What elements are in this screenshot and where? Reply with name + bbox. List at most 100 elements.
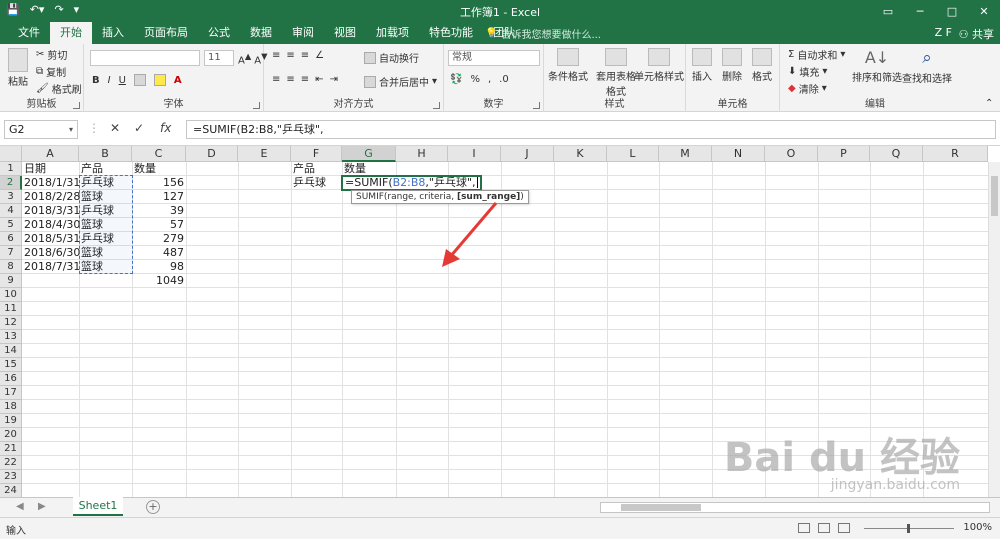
merge-center-button[interactable]: 合并后居中 ▾ xyxy=(364,74,437,89)
font-size-box[interactable]: 11 xyxy=(204,50,234,66)
horizontal-scrollbar[interactable] xyxy=(600,502,990,513)
insert-function-button[interactable]: fx xyxy=(160,121,171,135)
zoom-slider[interactable] xyxy=(864,524,954,533)
tab-file[interactable]: 文件 xyxy=(8,22,50,44)
paste-button[interactable]: 粘贴 xyxy=(8,48,28,88)
cell-b3[interactable]: 篮球 xyxy=(79,190,132,204)
column-header-k[interactable]: K xyxy=(554,146,607,162)
copy-button[interactable]: ⧉ 复制 xyxy=(36,64,66,79)
font-style-icons[interactable]: B I U A xyxy=(92,74,182,86)
cell-c8[interactable]: 98 xyxy=(132,260,186,274)
tab-formulas[interactable]: 公式 xyxy=(198,22,240,44)
cell-c3[interactable]: 127 xyxy=(132,190,186,204)
cell-a5[interactable]: 2018/4/30 xyxy=(22,218,80,232)
column-header-d[interactable]: D xyxy=(186,146,238,162)
vertical-scrollbar[interactable] xyxy=(988,162,1000,497)
font-launcher-icon[interactable] xyxy=(253,102,260,109)
select-all-button[interactable] xyxy=(0,146,22,162)
row-header-9[interactable]: 9 xyxy=(0,274,22,288)
tab-insert[interactable]: 插入 xyxy=(92,22,134,44)
row-header-16[interactable]: 16 xyxy=(0,372,22,386)
vertical-scroll-thumb[interactable] xyxy=(991,176,998,216)
tab-special[interactable]: 特色功能 xyxy=(419,22,483,44)
comma-icon[interactable]: , xyxy=(488,74,491,85)
cell-c9-total[interactable]: 1049 xyxy=(132,274,186,288)
row-header-19[interactable]: 19 xyxy=(0,414,22,428)
row-header-21[interactable]: 21 xyxy=(0,442,22,456)
column-header-q[interactable]: Q xyxy=(870,146,923,162)
tab-view[interactable]: 视图 xyxy=(324,22,366,44)
cell-a2[interactable]: 2018/1/31 xyxy=(22,176,80,190)
row-header-8[interactable]: 8 xyxy=(0,260,22,274)
bold-icon[interactable]: B xyxy=(92,75,100,86)
font-color-icon[interactable]: A xyxy=(174,75,182,86)
name-box[interactable]: G2 ▾ xyxy=(4,120,78,139)
formula-input[interactable]: =SUMIF(B2:B8,"乒乓球", xyxy=(186,120,996,139)
restore-button[interactable]: □ xyxy=(936,0,968,22)
cell-b5[interactable]: 篮球 xyxy=(79,218,132,232)
wrap-text-button[interactable]: 自动换行 xyxy=(364,50,419,65)
format-as-table-button[interactable]: 套用表格格式 xyxy=(596,48,636,98)
cell-a3[interactable]: 2018/2/28 xyxy=(22,190,80,204)
row-header-20[interactable]: 20 xyxy=(0,428,22,442)
number-format-icons[interactable]: 💱 % , .0 xyxy=(450,74,509,85)
column-header-b[interactable]: B xyxy=(79,146,132,162)
cell-b2[interactable]: 乒乓球 xyxy=(79,176,132,190)
format-cells-button[interactable]: 格式 xyxy=(752,48,772,83)
number-format-box[interactable]: 常规 xyxy=(448,50,540,66)
tab-page-layout[interactable]: 页面布局 xyxy=(134,22,198,44)
cell-a1[interactable]: 日期 xyxy=(22,162,79,176)
sheet-tab-sheet1[interactable]: Sheet1 xyxy=(73,497,123,516)
close-button[interactable]: ✕ xyxy=(968,0,1000,22)
find-select-button[interactable]: ⌕ 查找和选择 xyxy=(902,48,952,85)
row-header-1[interactable]: 1 xyxy=(0,162,22,176)
autosum-button[interactable]: Σ 自动求和 ▾ xyxy=(788,47,845,62)
tell-me-box[interactable]: 💡 告诉我您想要做什么... xyxy=(485,26,601,41)
tab-addins[interactable]: 加载项 xyxy=(366,22,419,44)
sort-filter-button[interactable]: A↓ 排序和筛选 xyxy=(852,48,902,84)
column-header-c[interactable]: C xyxy=(132,146,186,162)
column-header-g[interactable]: G xyxy=(342,146,396,162)
collapse-ribbon-icon[interactable]: ⌃ xyxy=(985,98,993,109)
row-header-11[interactable]: 11 xyxy=(0,302,22,316)
column-header-l[interactable]: L xyxy=(607,146,659,162)
cell-b4[interactable]: 乒乓球 xyxy=(79,204,132,218)
active-cell-g2[interactable]: =SUMIF(B2:B8,"乒乓球", xyxy=(341,175,482,191)
cell-styles-button[interactable]: 单元格样式 xyxy=(634,48,684,83)
cell-a8[interactable]: 2018/7/31 xyxy=(22,260,80,274)
alignment-launcher-icon[interactable] xyxy=(433,102,440,109)
cell-g1[interactable]: 数量 xyxy=(342,162,396,176)
decimal-icon[interactable]: .0 xyxy=(499,74,509,85)
row-header-4[interactable]: 4 xyxy=(0,204,22,218)
cell-c6[interactable]: 279 xyxy=(132,232,186,246)
clear-button[interactable]: ◆ 清除 ▾ xyxy=(788,81,827,96)
column-header-h[interactable]: H xyxy=(396,146,448,162)
conditional-format-button[interactable]: 条件格式 xyxy=(548,48,588,83)
cell-a4[interactable]: 2018/3/31 xyxy=(22,204,80,218)
row-header-6[interactable]: 6 xyxy=(0,232,22,246)
column-header-r[interactable]: R xyxy=(923,146,988,162)
cell-c5[interactable]: 57 xyxy=(132,218,186,232)
clipboard-launcher-icon[interactable] xyxy=(73,102,80,109)
italic-icon[interactable]: I xyxy=(108,75,111,86)
number-launcher-icon[interactable] xyxy=(533,102,540,109)
cell-a7[interactable]: 2018/6/30 xyxy=(22,246,80,260)
column-header-p[interactable]: P xyxy=(818,146,870,162)
row-header-12[interactable]: 12 xyxy=(0,316,22,330)
border-icon[interactable] xyxy=(133,74,146,86)
row-header-7[interactable]: 7 xyxy=(0,246,22,260)
tab-data[interactable]: 数据 xyxy=(240,22,282,44)
column-header-e[interactable]: E xyxy=(238,146,291,162)
row-header-23[interactable]: 23 xyxy=(0,470,22,484)
cancel-button[interactable]: ✕ xyxy=(110,121,120,135)
page-break-view-icon[interactable] xyxy=(838,523,850,533)
insert-cells-button[interactable]: 插入 xyxy=(692,48,712,83)
enter-button[interactable]: ✓ xyxy=(134,121,144,135)
column-header-j[interactable]: J xyxy=(501,146,554,162)
prev-sheet-icon[interactable]: ◀ xyxy=(16,501,24,512)
column-header-a[interactable]: A xyxy=(22,146,79,162)
ribbon-display-button[interactable]: ▭ xyxy=(872,0,904,22)
percent-icon[interactable]: % xyxy=(470,74,480,85)
column-header-i[interactable]: I xyxy=(448,146,501,162)
column-header-m[interactable]: M xyxy=(659,146,712,162)
